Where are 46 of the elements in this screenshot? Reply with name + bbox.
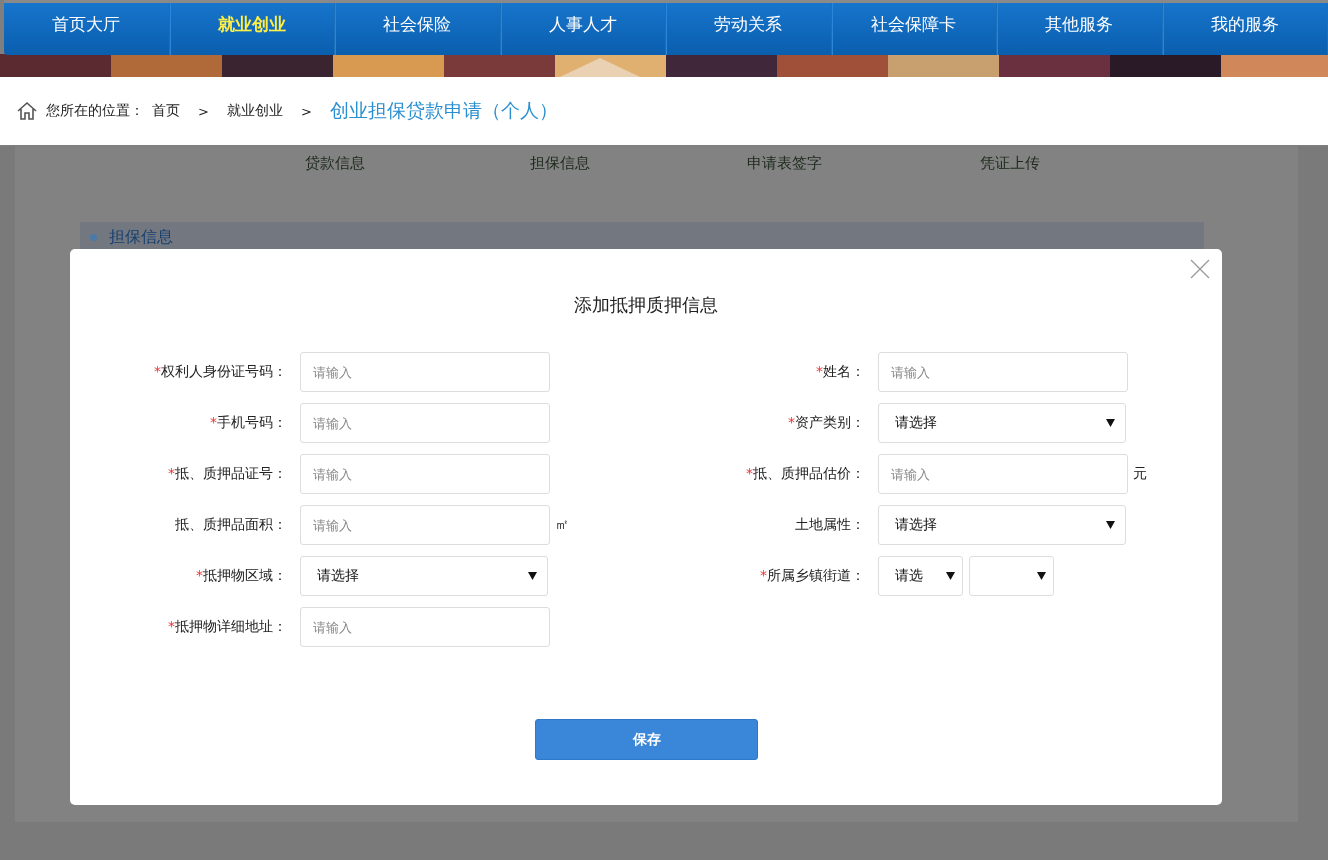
field-label: 抵、质押品面积： [174,516,288,534]
field-label: *抵、质押品证号： [167,465,288,483]
unit-label: 元 [1133,465,1147,483]
select-field[interactable]: 请选 [878,556,963,596]
section-title: 担保信息 [109,227,173,246]
breadcrumb-link[interactable]: 就业创业 [226,102,283,120]
input-field[interactable]: 请输入 [878,454,1128,494]
caret-icon [946,572,955,580]
bullet-icon [90,234,97,241]
close-icon[interactable] [1190,259,1210,279]
field-label: *抵、质押品估价： [745,465,866,483]
caret-icon [1037,572,1046,580]
breadcrumb-link[interactable]: 首页 [152,102,180,120]
unit-label: ㎡ [555,516,569,534]
field-label: *手机号码： [209,414,288,432]
dialog-title: 添加抵押质押信息 [574,293,718,317]
step-label: 申请表签字 [746,154,823,173]
field-label: *抵押物详细地址： [167,618,288,636]
caret-icon [1106,419,1115,427]
save-button[interactable]: 保存 [535,719,758,760]
breadcrumb-separator: > [198,103,209,119]
select-field[interactable]: 请选择 [300,556,548,596]
step-label: 贷款信息 [303,154,366,173]
input-field[interactable]: 请输入 [300,352,550,392]
input-field[interactable]: 请输入 [300,505,550,545]
field-label: *资产类别： [787,414,866,432]
select-field[interactable] [969,556,1054,596]
input-field[interactable]: 请输入 [878,352,1128,392]
select-field[interactable]: 请选择 [878,403,1126,443]
select-field[interactable]: 请选择 [878,505,1126,545]
home-icon [16,101,38,121]
step-label: 凭证上传 [978,154,1041,173]
field-label: *权利人身份证号码： [153,363,288,381]
caret-icon [528,572,537,580]
field-label: *姓名： [815,363,866,381]
input-field[interactable]: 请输入 [300,454,550,494]
breadcrumb-current: 创业担保贷款申请（个人） [329,98,558,123]
input-field[interactable]: 请输入 [300,403,550,443]
input-field[interactable]: 请输入 [300,607,550,647]
step-label: 担保信息 [528,154,591,173]
breadcrumb-prefix: 您所在的位置： [46,102,144,120]
field-label: *所属乡镇街道： [759,567,866,585]
field-label: 土地属性： [794,516,866,534]
breadcrumb-separator: > [300,103,312,119]
caret-icon [1106,521,1115,529]
field-label: *抵押物区域： [195,567,288,585]
